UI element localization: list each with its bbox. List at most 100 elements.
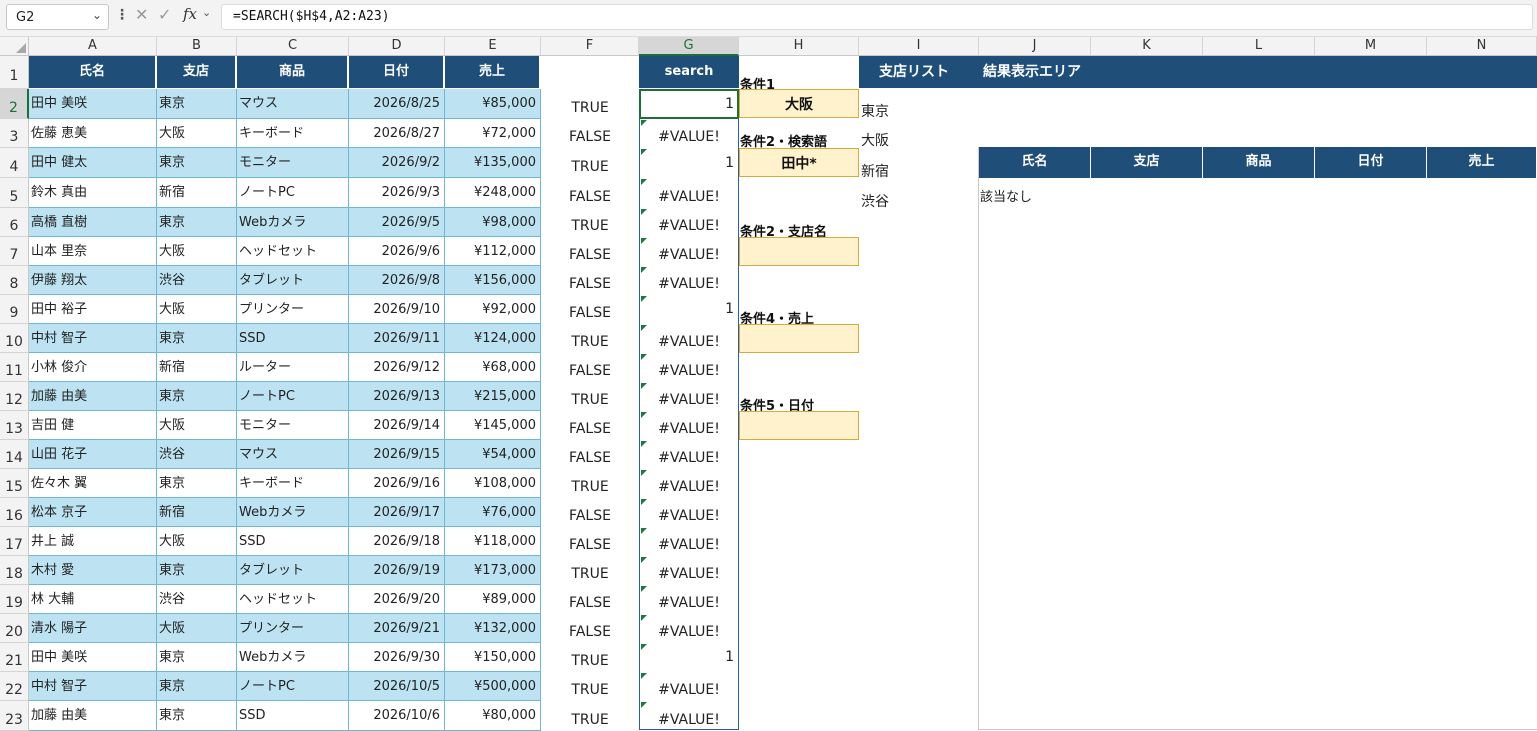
row-header-6[interactable]: 6 — [0, 208, 29, 237]
cell-sales[interactable]: ¥150,000 — [445, 643, 541, 672]
cell-date[interactable]: 2026/9/5 — [349, 208, 445, 237]
chevron-down-icon[interactable]: ⌄ — [92, 8, 102, 22]
cell-name[interactable]: 加藤 由美 — [29, 382, 157, 411]
cell-sales[interactable]: ¥68,000 — [445, 353, 541, 382]
column-header-g[interactable]: G — [639, 37, 739, 56]
more-options-icon[interactable]: ⋮ — [115, 7, 129, 23]
active-cell-cursor[interactable] — [639, 89, 739, 119]
cell-g-search[interactable]: #VALUE! — [639, 212, 739, 241]
cell-f-bool[interactable]: TRUE — [541, 473, 639, 502]
cell-g-search[interactable]: #VALUE! — [639, 386, 739, 415]
cell-f-bool[interactable]: FALSE — [541, 299, 639, 328]
column-header-j[interactable]: J — [979, 37, 1091, 56]
cell-date[interactable]: 2026/9/11 — [349, 324, 445, 353]
row-header-5[interactable]: 5 — [0, 178, 29, 208]
cell-f-bool[interactable]: TRUE — [541, 647, 639, 676]
cell-branch[interactable]: 東京 — [157, 148, 237, 178]
cell-branch[interactable]: 大阪 — [157, 295, 237, 324]
cell-g-search[interactable]: 1 — [639, 643, 738, 666]
cell-branch[interactable]: 新宿 — [157, 178, 237, 208]
branch-list-header[interactable]: 支店リスト — [879, 56, 979, 88]
cell-f-bool[interactable]: TRUE — [541, 705, 639, 731]
cell-name[interactable]: 山本 里奈 — [29, 237, 157, 266]
cell-f-bool[interactable]: FALSE — [541, 123, 639, 152]
cell-f-bool[interactable]: TRUE — [541, 560, 639, 589]
formula-input[interactable]: =SEARCH($H$4,A2:A23) — [221, 4, 1533, 30]
cell-branch[interactable]: 渋谷 — [157, 440, 237, 469]
cell-f-bool[interactable]: FALSE — [541, 618, 639, 647]
cell-date[interactable]: 2026/9/14 — [349, 411, 445, 440]
result-header-date[interactable]: 日付 — [1315, 147, 1427, 178]
cell-branch[interactable]: 渋谷 — [157, 585, 237, 614]
row-header-1[interactable]: 1 — [0, 56, 29, 89]
row-header-12[interactable]: 12 — [0, 382, 29, 411]
cell-g-search[interactable]: #VALUE! — [639, 502, 739, 531]
cell-branch[interactable]: 新宿 — [157, 498, 237, 527]
cell-product[interactable]: タブレット — [237, 266, 349, 295]
cell-product[interactable]: モニター — [237, 148, 349, 178]
column-title-branch[interactable]: 支店 — [157, 56, 236, 88]
cell-sales[interactable]: ¥76,000 — [445, 498, 541, 527]
cell-date[interactable]: 2026/9/10 — [349, 295, 445, 324]
column-title-product[interactable]: 商品 — [237, 56, 348, 88]
cell-sales[interactable]: ¥132,000 — [445, 614, 541, 643]
insert-function-icon[interactable]: fx — [183, 5, 197, 23]
cell-branch[interactable]: 新宿 — [157, 353, 237, 382]
cell-product[interactable]: ヘッドセット — [237, 585, 349, 614]
cell-date[interactable]: 2026/9/6 — [349, 237, 445, 266]
cell-product[interactable]: ノートPC — [237, 178, 349, 208]
cell-date[interactable]: 2026/9/17 — [349, 498, 445, 527]
cell-name[interactable]: 井上 誠 — [29, 527, 157, 556]
cell-branch[interactable]: 大阪 — [157, 614, 237, 643]
check-icon[interactable]: ✓ — [158, 5, 171, 24]
cell-g-search[interactable]: #VALUE! — [639, 444, 739, 473]
cell-product[interactable]: マウス — [237, 89, 349, 119]
cell-f-bool[interactable]: FALSE — [541, 182, 639, 212]
cell-branch[interactable]: 大阪 — [157, 119, 237, 148]
row-header-18[interactable]: 18 — [0, 556, 29, 585]
cell-f-bool[interactable]: TRUE — [541, 328, 639, 357]
column-header-b[interactable]: B — [157, 37, 237, 56]
cell-branch[interactable]: 東京 — [157, 701, 237, 731]
cell-product[interactable]: Webカメラ — [237, 498, 349, 527]
branch-list-item[interactable]: 大阪 — [861, 130, 889, 150]
cell-g-search[interactable]: #VALUE! — [639, 182, 739, 212]
cell-product[interactable]: モニター — [237, 411, 349, 440]
cancel-icon[interactable]: ✕ — [135, 5, 148, 24]
row-header-8[interactable]: 8 — [0, 266, 29, 295]
cell-g-search[interactable]: 1 — [639, 148, 738, 172]
cell-g-search[interactable]: #VALUE! — [639, 241, 739, 270]
row-header-15[interactable]: 15 — [0, 469, 29, 498]
cell-name[interactable]: 小林 俊介 — [29, 353, 157, 382]
cell-product[interactable]: プリンター — [237, 295, 349, 324]
cell-f-bool[interactable]: FALSE — [541, 444, 639, 473]
cell-name[interactable]: 佐藤 恵美 — [29, 119, 157, 148]
cell-sales[interactable]: ¥92,000 — [445, 295, 541, 324]
cell-g-search[interactable]: #VALUE! — [639, 473, 739, 502]
cell-name[interactable]: 清水 陽子 — [29, 614, 157, 643]
column-title-sales[interactable]: 売上 — [445, 56, 540, 88]
row-header-10[interactable]: 10 — [0, 324, 29, 353]
cell-product[interactable]: Webカメラ — [237, 208, 349, 237]
cell-name[interactable]: 中村 智子 — [29, 324, 157, 353]
cell-name[interactable]: 伊藤 翔太 — [29, 266, 157, 295]
cell-date[interactable]: 2026/10/6 — [349, 701, 445, 731]
cell-f-bool[interactable]: TRUE — [541, 676, 639, 705]
cell-f-bool[interactable]: FALSE — [541, 502, 639, 531]
cell-name[interactable]: 田中 美咲 — [29, 89, 157, 119]
column-header-m[interactable]: M — [1315, 37, 1427, 56]
cell-f-bool[interactable]: FALSE — [541, 270, 639, 299]
cell-product[interactable]: ノートPC — [237, 672, 349, 701]
cell-g-search[interactable]: 1 — [639, 295, 738, 318]
cell-branch[interactable]: 大阪 — [157, 411, 237, 440]
cell-date[interactable]: 2026/9/30 — [349, 643, 445, 672]
cell-date[interactable]: 2026/9/20 — [349, 585, 445, 614]
cell-sales[interactable]: ¥89,000 — [445, 585, 541, 614]
cell-sales[interactable]: ¥145,000 — [445, 411, 541, 440]
cell-name[interactable]: 高橋 直樹 — [29, 208, 157, 237]
cell-product[interactable]: キーボード — [237, 119, 349, 148]
cell-branch[interactable]: 東京 — [157, 382, 237, 411]
column-title-name[interactable]: 氏名 — [29, 56, 156, 88]
column-header-c[interactable]: C — [237, 37, 349, 56]
row-header-22[interactable]: 22 — [0, 672, 29, 701]
